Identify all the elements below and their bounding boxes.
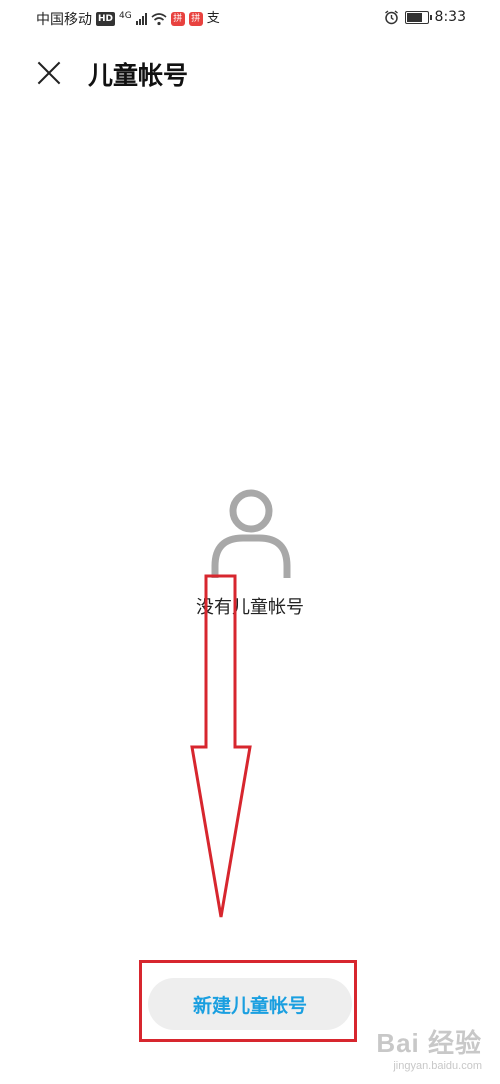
person-outline-icon [211,489,291,578]
baidu-jingyan-watermark: Bai 经验 jingyan.baidu.com [376,1023,482,1072]
wifi-icon [151,12,167,25]
network-type-label: 4G [119,11,132,21]
battery-icon [404,10,432,24]
empty-state-message: 没有儿童帐号 [196,597,304,618]
close-icon[interactable] [36,60,62,86]
status-right: 8:33 [384,9,466,25]
signal-strength-icon [135,13,147,25]
pinduoduo-notification-icon-2: 拼 [188,12,203,26]
pinduoduo-notification-icon: 拼 [170,12,185,26]
new-child-account-button[interactable]: 新建儿童帐号 [148,978,352,1030]
alarm-icon [384,9,398,24]
alipay-notification-icon: 支 [206,11,220,26]
page-title: 儿童帐号 [88,61,189,90]
status-left: 中国移动 HD 4G 拼 拼 支 [36,9,220,29]
status-bar: 中国移动 HD 4G 拼 拼 支 8:33 [0,0,500,34]
watermark-url: jingyan.baidu.com [393,1060,482,1072]
top-app-bar: 儿童帐号 [0,48,500,100]
clock-time: 8:33 [434,9,466,25]
hd-voice-icon: HD [96,12,116,26]
carrier-label: 中国移动 [36,12,92,28]
watermark-logo: Bai 经验 [376,1028,482,1058]
battery-fill [406,12,422,22]
